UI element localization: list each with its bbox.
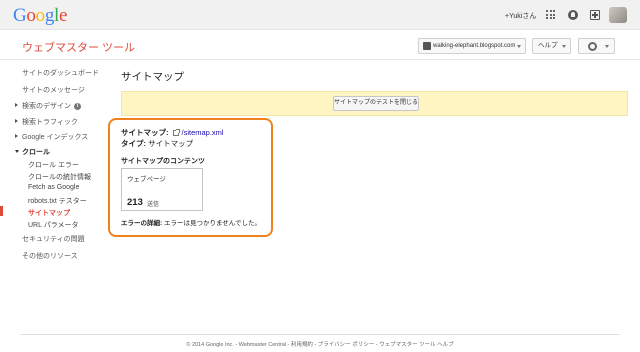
error-label: エラーの詳細: xyxy=(121,220,163,227)
chevron-down-icon xyxy=(605,45,609,48)
sidebar-item-security-issues[interactable]: セキュリティの問題 xyxy=(22,234,85,244)
sidebar-item-other-resources[interactable]: その他のリソース xyxy=(22,251,78,261)
sidebar-item-sitemaps[interactable]: サイトマップ xyxy=(28,208,70,218)
sidebar-item-url-parameters[interactable]: URL パラメータ xyxy=(28,220,78,230)
contents-title: サイトマップのコンテンツ xyxy=(121,158,205,165)
gear-icon xyxy=(588,42,597,51)
page-title: サイトマップ xyxy=(121,71,184,83)
sidebar-item-robots-tester[interactable]: robots.txt テスター xyxy=(28,196,87,206)
sidebar-item-search-appearance[interactable]: 検索のデザイン i xyxy=(15,101,81,111)
logo-letter: o xyxy=(26,5,36,26)
sidebar-item-google-index[interactable]: Google インデックス xyxy=(15,132,89,142)
sidebar-item-label: 検索トラフィック xyxy=(22,119,78,126)
sidebar-item-crawl[interactable]: クロール xyxy=(15,147,50,157)
expand-arrow-icon xyxy=(15,103,18,107)
active-nav-indicator xyxy=(0,206,3,216)
collapse-arrow-icon xyxy=(15,150,19,153)
notifications-icon[interactable] xyxy=(568,10,578,20)
error-details-row: エラーの詳細: エラーは見つかりませんでした。 xyxy=(121,217,261,227)
product-title[interactable]: ウェブマスター ツール xyxy=(22,39,135,55)
type-label: タイプ: xyxy=(121,139,146,148)
submitted-unit: 送信 xyxy=(147,202,160,208)
product-header: ウェブマスター ツール walking-elephant.blogspot.co… xyxy=(0,30,640,60)
site-selector-dropdown[interactable]: walking-elephant.blogspot.com xyxy=(418,38,526,54)
footer-links[interactable]: © 2014 Google Inc. - Webmaster Central -… xyxy=(0,340,640,348)
logo-letter: g xyxy=(44,5,55,26)
chevron-down-icon xyxy=(517,45,521,48)
sidebar-item-search-traffic[interactable]: 検索トラフィック xyxy=(15,117,78,127)
user-name-link[interactable]: +Yukiさん xyxy=(505,11,536,21)
close-sitemap-test-button[interactable]: サイトマップのテストを閉じる xyxy=(333,96,419,111)
sidebar-item-label: クロール xyxy=(22,149,50,156)
chevron-down-icon xyxy=(562,45,566,48)
expand-arrow-icon xyxy=(15,134,18,138)
sidebar-item-fetch-as-google[interactable]: Fetch as Google xyxy=(28,184,79,191)
sidebar-item-label: 検索のデザイン xyxy=(22,103,71,110)
help-label: ヘルプ xyxy=(538,42,558,49)
error-value: エラーは見つかりませんでした。 xyxy=(163,220,261,227)
sidebar-item-crawl-errors[interactable]: クロール エラー xyxy=(28,160,79,170)
sidebar-item-crawl-stats[interactable]: クロールの統計情報 xyxy=(28,172,91,182)
contents-type-label: ウェブページ xyxy=(127,176,166,183)
info-icon[interactable]: i xyxy=(74,102,81,110)
apps-grid-icon[interactable] xyxy=(546,10,555,19)
google-bar: Google +Yukiさん xyxy=(0,0,640,30)
sitemap-label: サイトマップ: xyxy=(121,128,169,137)
logo-letter: o xyxy=(35,5,46,26)
type-row: タイプ: サイトマップ xyxy=(121,138,193,149)
sitemap-row: サイトマップ: /sitemap.xml xyxy=(121,127,224,138)
google-logo[interactable]: Google xyxy=(13,6,67,26)
logo-letter: G xyxy=(13,5,27,26)
help-button[interactable]: ヘルプ xyxy=(532,38,571,54)
external-link-icon[interactable] xyxy=(172,128,180,136)
submitted-count: 213 xyxy=(127,197,143,208)
logo-letter: e xyxy=(59,5,68,26)
expand-arrow-icon xyxy=(15,119,18,123)
footer-divider xyxy=(20,334,620,335)
sidebar-item-messages[interactable]: サイトのメッセージ xyxy=(22,85,85,95)
settings-button[interactable] xyxy=(578,38,615,54)
site-favicon-icon xyxy=(423,42,431,50)
type-value: サイトマップ xyxy=(148,139,194,148)
site-selector-label: walking-elephant.blogspot.com xyxy=(433,43,516,49)
share-plus-icon[interactable] xyxy=(590,10,600,20)
avatar[interactable] xyxy=(609,7,627,23)
sidebar-item-label: Google インデックス xyxy=(22,134,89,141)
sitemap-link[interactable]: /sitemap.xml xyxy=(182,128,224,137)
sidebar-item-dashboard[interactable]: サイトのダッシュボード xyxy=(22,68,99,78)
